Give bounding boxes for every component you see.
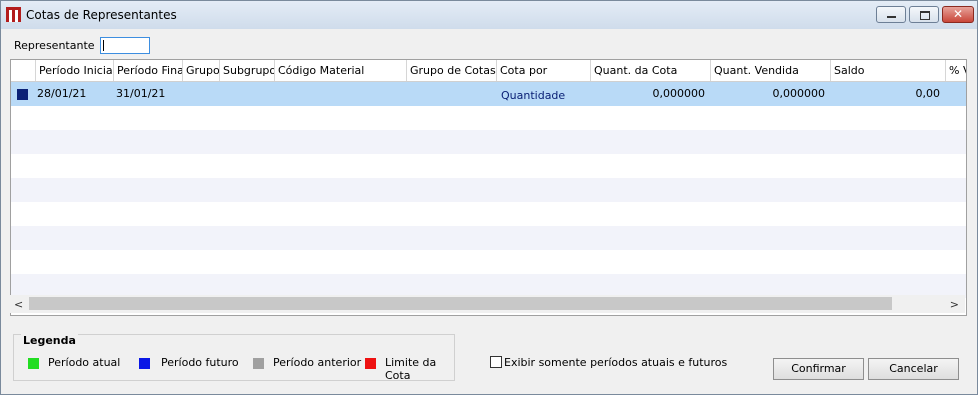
confirm-label: Confirmar [791,362,846,375]
cell-cota-por: Quantidade [501,89,566,102]
empty-row [11,154,966,178]
cell-subgrupo [222,82,274,106]
representante-label: Representante [14,39,95,52]
legend-group: Legenda Período atual Período futuro Per… [13,334,455,382]
confirm-button[interactable]: Confirmar [773,358,864,380]
legend-swatch-previous [253,358,264,369]
minimize-icon [887,16,896,18]
legend-title: Legenda [21,334,78,347]
cell-pct-v [945,82,966,106]
cotas-window: Cotas de Representantes ✕ Representante … [0,0,978,395]
empty-row [11,226,966,250]
only-current-future-checkbox[interactable] [490,356,502,368]
cell-saldo: 0,00 [915,87,941,100]
empty-row [11,130,966,154]
cell-grupo-cotas [409,82,496,106]
header-periodo-final[interactable]: Período Final [113,60,182,81]
grid-header: Período Inicial Período Final Grupo Subg… [11,60,966,82]
legend-label-current: Período atual [48,356,121,369]
app-logo-icon [6,7,21,22]
legend-label-previous: Período anterior [273,356,362,369]
maximize-button[interactable] [909,6,939,23]
header-subgrupo[interactable]: Subgrupo [219,60,274,81]
scrollbar-thumb[interactable] [29,297,892,310]
empty-row [11,250,966,274]
representante-input[interactable] [100,37,150,54]
cancel-label: Cancelar [889,362,938,375]
text-caret [103,40,104,51]
header-cota-por[interactable]: Cota por [496,60,590,81]
header-grupo[interactable]: Grupo [182,60,219,81]
cotas-grid: Período Inicial Período Final Grupo Subg… [10,59,967,316]
header-grupo-cotas[interactable]: Grupo de Cotas [406,60,496,81]
header-quant-cota[interactable]: Quant. da Cota [590,60,710,81]
header-saldo[interactable]: Saldo [830,60,945,81]
cancel-button[interactable]: Cancelar [868,358,959,380]
header-indicator-column [11,60,35,81]
only-current-future-label[interactable]: Exibir somente períodos atuais e futuros [504,356,727,369]
header-codigo-material[interactable]: Código Material [274,60,406,81]
legend-swatch-current [28,358,39,369]
cell-grupo [185,82,219,106]
window-title: Cotas de Representantes [26,8,177,22]
row-status-marker [17,89,28,100]
close-button[interactable]: ✕ [942,6,974,23]
header-pct-v[interactable]: % V [945,60,966,81]
maximize-icon [920,11,930,20]
legend-label-limit: Limite da Cota [385,356,437,382]
cell-periodo-inicial: 28/01/21 [37,87,87,100]
cell-quant-vendida: 0,000000 [772,87,826,100]
empty-row [11,202,966,226]
close-icon: ✕ [952,7,964,21]
cell-quant-cota: 0,000000 [652,87,706,100]
title-bar: Cotas de Representantes ✕ [1,1,977,29]
header-quant-vendida[interactable]: Quant. Vendida [710,60,830,81]
horizontal-scrollbar[interactable]: < > [10,295,965,313]
legend-swatch-limit [365,358,376,369]
header-periodo-inicial[interactable]: Período Inicial [35,60,113,81]
empty-row [11,178,966,202]
table-row[interactable]: 28/01/21 31/01/21 Quantidade 0,000000 0,… [11,82,966,106]
scroll-right-icon[interactable]: > [950,298,959,311]
minimize-button[interactable] [876,6,906,23]
empty-row [11,106,966,130]
cell-codigo-material [277,82,406,106]
scroll-left-icon[interactable]: < [14,298,23,311]
legend-swatch-future [139,358,150,369]
cell-periodo-final: 31/01/21 [116,87,166,100]
legend-label-future: Período futuro [161,356,239,369]
